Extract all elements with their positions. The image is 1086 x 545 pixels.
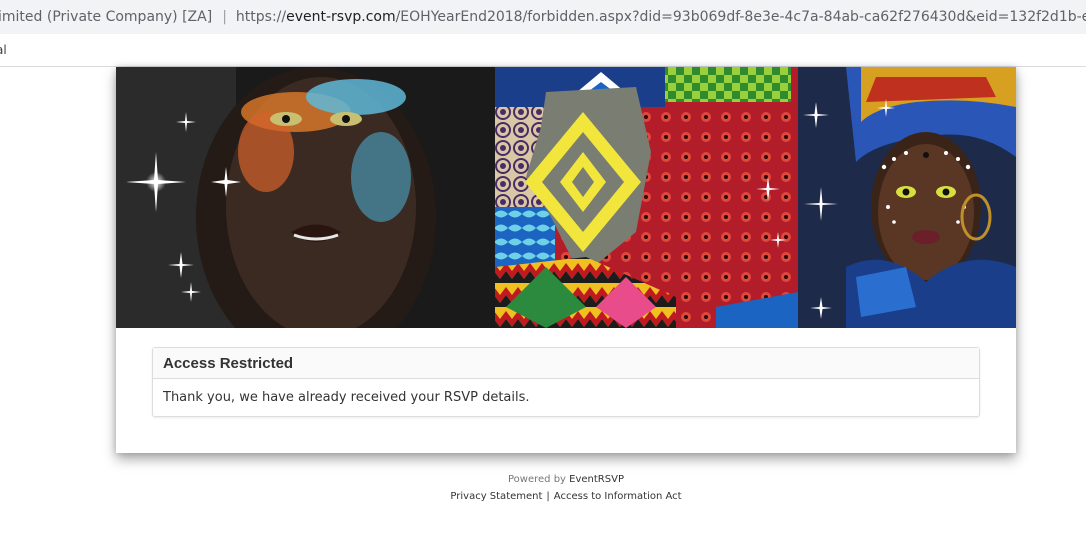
bookmarks-bar: al	[0, 34, 1086, 67]
banner-image	[116, 67, 1016, 328]
privacy-statement-link[interactable]: Privacy Statement	[450, 491, 542, 502]
url-scheme: https://	[235, 9, 287, 25]
panel-message: Thank you, we have already received your…	[163, 390, 530, 405]
powered-by: Powered by EventRSVP	[116, 473, 1016, 489]
url-text[interactable]: https://event-rsvp.com/EOHYearEnd2018/fo…	[236, 9, 1086, 25]
address-separator: |	[222, 9, 227, 25]
footer-links: Privacy Statement | Access to Information …	[116, 489, 1016, 505]
url-path: /EOHYearEnd2018/forbidden.aspx?did=93b06…	[395, 9, 1086, 25]
access-to-information-link[interactable]: Access to Information Act	[554, 491, 682, 502]
footer-separator: |	[546, 491, 550, 502]
eventrsvp-link[interactable]: EventRSVP	[569, 474, 624, 485]
panel-heading: Access Restricted	[153, 348, 979, 379]
content-card: Access Restricted Thank you, we have alr…	[116, 67, 1016, 453]
address-bar[interactable]: imited (Private Company) [ZA] | https://…	[0, 0, 1086, 34]
access-restricted-panel: Access Restricted Thank you, we have alr…	[152, 347, 980, 417]
powered-by-prefix: Powered by	[508, 474, 566, 485]
bookmark-item[interactable]: al	[0, 43, 7, 57]
footer: Powered by EventRSVP Privacy Statement | A…	[116, 473, 1016, 505]
url-host: event-rsvp.com	[286, 9, 396, 25]
certificate-label[interactable]: imited (Private Company) [ZA]	[0, 9, 212, 25]
